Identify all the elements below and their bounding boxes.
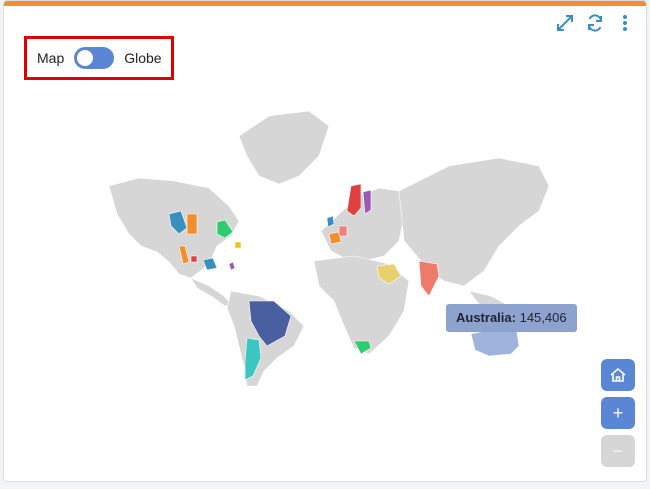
map-widget-card: Map Globe Australia: 145,406 + − [3,0,647,482]
country-greenland [238,110,330,185]
zoom-home-button[interactable] [601,359,635,391]
region-australia [470,327,520,357]
region-germany [338,225,348,237]
widget-toolbar [554,12,636,34]
zoom-out-button[interactable]: − [601,435,635,467]
map-globe-toggle-group: Map Globe [24,36,174,80]
region-us-southwest [202,257,218,271]
home-icon [610,367,626,382]
region-canada-central [186,213,198,235]
refresh-icon[interactable] [584,12,606,34]
accent-bar [4,1,646,6]
globe-label: Globe [124,50,162,66]
switch-knob [77,50,94,66]
region-india [418,260,440,297]
map-tooltip: Australia: 145,406 [446,304,577,332]
world-choropleth-map[interactable] [99,96,559,396]
more-vertical-icon[interactable] [614,12,636,34]
map-label: Map [37,50,65,66]
tooltip-value: 145,406 [519,310,567,325]
region-us-northeast [234,241,242,249]
tooltip-country: Australia: [456,310,516,325]
zoom-in-button[interactable]: + [601,397,635,429]
country-central-america [190,277,232,307]
expand-icon[interactable] [554,12,576,34]
map-globe-switch[interactable] [74,47,115,69]
region-us-east [228,261,236,271]
region-us-south [190,255,198,263]
